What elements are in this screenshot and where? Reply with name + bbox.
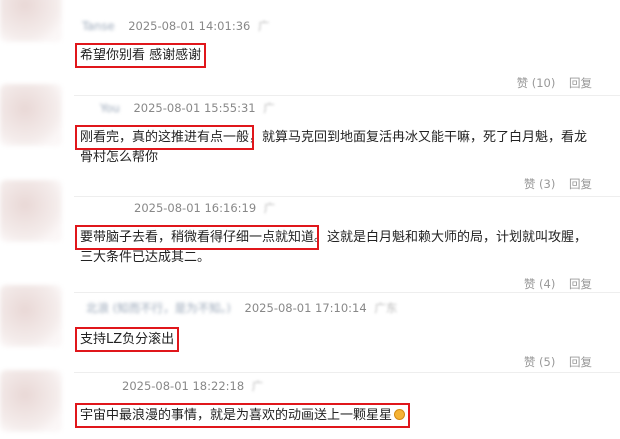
- reply-button[interactable]: 回复: [569, 177, 592, 191]
- location: 广: [251, 379, 264, 393]
- comment-actions: 赞 (10) 回复: [507, 75, 592, 91]
- comment-meta: 2025-08-01 18:22:18 广: [112, 378, 263, 394]
- comment-actions: 赞 (4) 回复: [514, 276, 592, 292]
- comment-text: 刚看完，真的这推进有点一般，就算马克回到地面复活冉冰又能干嘛，死了白月魁，看龙骨…: [74, 125, 600, 168]
- timestamp: 2025-08-01 18:22:18: [122, 379, 245, 393]
- highlighted-text: 希望你别看 感谢感谢: [74, 43, 207, 68]
- comment-meta: You 2025-08-01 15:55:31 广: [100, 100, 275, 116]
- location: 广: [263, 101, 275, 115]
- divider: [74, 372, 620, 373]
- avatar[interactable]: [0, 370, 62, 432]
- comment-text: 要带脑子去看，稍微看得仔细一点就知道。这就是白月魁和赖大师的局，计划就叫攻腥，三…: [74, 225, 600, 268]
- avatar[interactable]: [0, 0, 62, 42]
- timestamp: 2025-08-01 15:55:31: [133, 101, 256, 115]
- comment-text: 支持LZ负分滚出: [74, 327, 600, 352]
- highlighted-text-body: 宇宙中最浪漫的事情，就是为喜欢的动画送上一颗星星: [80, 408, 393, 423]
- comment-actions: 赞 (3) 回复: [514, 176, 592, 192]
- avatar[interactable]: [0, 84, 62, 146]
- highlighted-text: 支持LZ负分滚出: [74, 327, 180, 352]
- timestamp: 2025-08-01 14:01:36: [128, 19, 251, 33]
- comment-meta: 2025-08-01 16:16:19 广: [124, 200, 275, 216]
- comment-meta: Tanse 2025-08-01 14:01:36 广: [82, 18, 269, 34]
- comment-text: 希望你别看 感谢感谢: [74, 43, 600, 68]
- reply-button[interactable]: 回复: [569, 355, 592, 369]
- location: 广: [263, 201, 276, 215]
- location: 广东: [374, 301, 398, 315]
- reply-button[interactable]: 回复: [569, 76, 592, 90]
- smile-emoji-icon: [394, 409, 406, 420]
- reply-button[interactable]: 回复: [569, 277, 592, 291]
- username[interactable]: You: [100, 101, 120, 115]
- avatar[interactable]: [0, 180, 62, 242]
- username[interactable]: 北浪 (知而不行，是为不知。): [86, 301, 231, 315]
- comment-meta: 北浪 (知而不行，是为不知。) 2025-08-01 17:10:14 广东: [86, 300, 397, 316]
- timestamp: 2025-08-01 16:16:19: [134, 201, 257, 215]
- like-button[interactable]: 赞 (3): [524, 177, 555, 191]
- location: 广: [257, 19, 270, 33]
- like-button[interactable]: 赞 (4): [524, 277, 555, 291]
- comment-text: 宇宙中最浪漫的事情，就是为喜欢的动画送上一颗星星: [74, 403, 600, 428]
- highlighted-text: 宇宙中最浪漫的事情，就是为喜欢的动画送上一颗星星: [74, 403, 411, 428]
- comment-actions: 赞 (5) 回复: [514, 354, 592, 370]
- username[interactable]: Tanse: [82, 19, 115, 33]
- highlighted-text: 刚看完，真的这推进有点一般: [74, 125, 255, 150]
- divider: [74, 95, 620, 96]
- like-button[interactable]: 赞 (10): [517, 76, 556, 90]
- avatar[interactable]: [0, 285, 62, 347]
- timestamp: 2025-08-01 17:10:14: [244, 301, 367, 315]
- highlighted-text: 要带脑子去看，稍微看得仔细一点就知道: [74, 225, 320, 250]
- divider: [74, 292, 620, 293]
- divider: [74, 196, 620, 197]
- like-button[interactable]: 赞 (5): [524, 355, 555, 369]
